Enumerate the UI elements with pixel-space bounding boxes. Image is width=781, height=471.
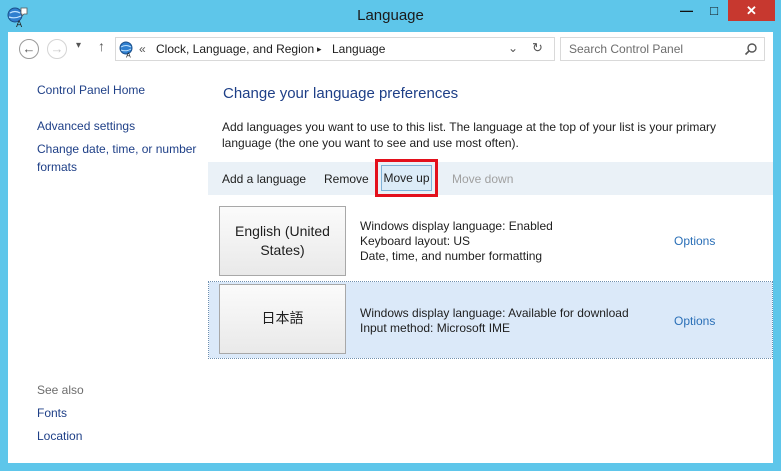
language-tile-japanese[interactable]: 日本語: [219, 284, 346, 354]
language-detail-line: Windows display language: Enabled: [360, 219, 553, 233]
address-bar: ← → ▾ ↑ A « Clock, Language, and Region …: [8, 32, 773, 65]
fonts-link[interactable]: Fonts: [37, 404, 67, 422]
breadcrumb-clock-language-region[interactable]: Clock, Language, and Region: [156, 42, 314, 56]
advanced-settings-link[interactable]: Advanced settings: [37, 117, 135, 135]
move-up-button[interactable]: Move up: [381, 165, 432, 191]
language-row-english[interactable]: English (United States) Windows display …: [209, 204, 772, 280]
page-description: Add languages you want to use to this li…: [222, 120, 717, 150]
title-bar[interactable]: A Language — □ ✕: [0, 0, 781, 32]
language-details-english: Windows display language: Enabled Keyboa…: [360, 219, 553, 264]
control-panel-home-link[interactable]: Control Panel Home: [37, 81, 145, 99]
see-also-label: See also: [37, 383, 84, 397]
move-up-highlight: Move up: [375, 159, 438, 197]
language-detail-line: Input method: Microsoft IME: [360, 321, 511, 335]
breadcrumb-overflow[interactable]: «: [139, 42, 146, 56]
move-down-button[interactable]: Move down: [452, 172, 513, 186]
add-language-button[interactable]: Add a language: [222, 172, 306, 186]
language-name: English (United States): [235, 223, 330, 258]
svg-text:A: A: [126, 52, 131, 59]
options-link-japanese[interactable]: Options: [674, 314, 715, 328]
language-toolbar: Add a language Remove Move down: [208, 162, 773, 195]
window: A Language — □ ✕ ← → ▾ ↑ A « Clock, Lang…: [0, 0, 781, 471]
change-date-time-number-formats-link[interactable]: Change date, time, or number formats: [37, 140, 207, 176]
location-link[interactable]: Location: [37, 427, 82, 445]
language-detail-line: Date, time, and number formatting: [360, 249, 543, 263]
language-name: 日本語: [261, 310, 304, 327]
window-title: Language: [357, 7, 424, 24]
address-dropdown-icon[interactable]: ⌄: [508, 41, 518, 55]
content-area: Control Panel Home Advanced settings Cha…: [8, 65, 773, 463]
remove-button[interactable]: Remove: [324, 172, 369, 186]
language-details-japanese: Windows display language: Available for …: [360, 306, 629, 336]
language-detail-line: Keyboard layout: US: [360, 234, 471, 248]
language-detail-line: Windows display language: Available for …: [360, 306, 629, 320]
breadcrumb-language[interactable]: Language: [332, 42, 385, 56]
minimize-button[interactable]: —: [673, 0, 700, 21]
address-field[interactable]: A « Clock, Language, and Region ▸ Langua…: [115, 37, 555, 61]
search-icon[interactable]: [744, 42, 758, 56]
page-title: Change your language preferences: [223, 85, 459, 102]
refresh-icon[interactable]: ↻: [532, 40, 543, 56]
back-button[interactable]: ←: [19, 39, 39, 59]
language-tile-english[interactable]: English (United States): [219, 206, 346, 276]
maximize-button[interactable]: □: [700, 0, 728, 21]
up-button[interactable]: ↑: [98, 38, 105, 54]
recent-pages-button[interactable]: ▾: [76, 40, 81, 51]
control-panel-icon: A: [119, 41, 133, 59]
forward-button[interactable]: →: [47, 39, 67, 59]
search-input[interactable]: Search Control Panel: [560, 37, 765, 61]
search-placeholder: Search Control Panel: [569, 42, 684, 56]
breadcrumb-separator[interactable]: ▸: [317, 44, 322, 55]
options-link-english[interactable]: Options: [674, 234, 715, 248]
close-button[interactable]: ✕: [728, 0, 775, 21]
language-row-japanese[interactable]: 日本語 Windows display language: Available …: [208, 281, 773, 359]
